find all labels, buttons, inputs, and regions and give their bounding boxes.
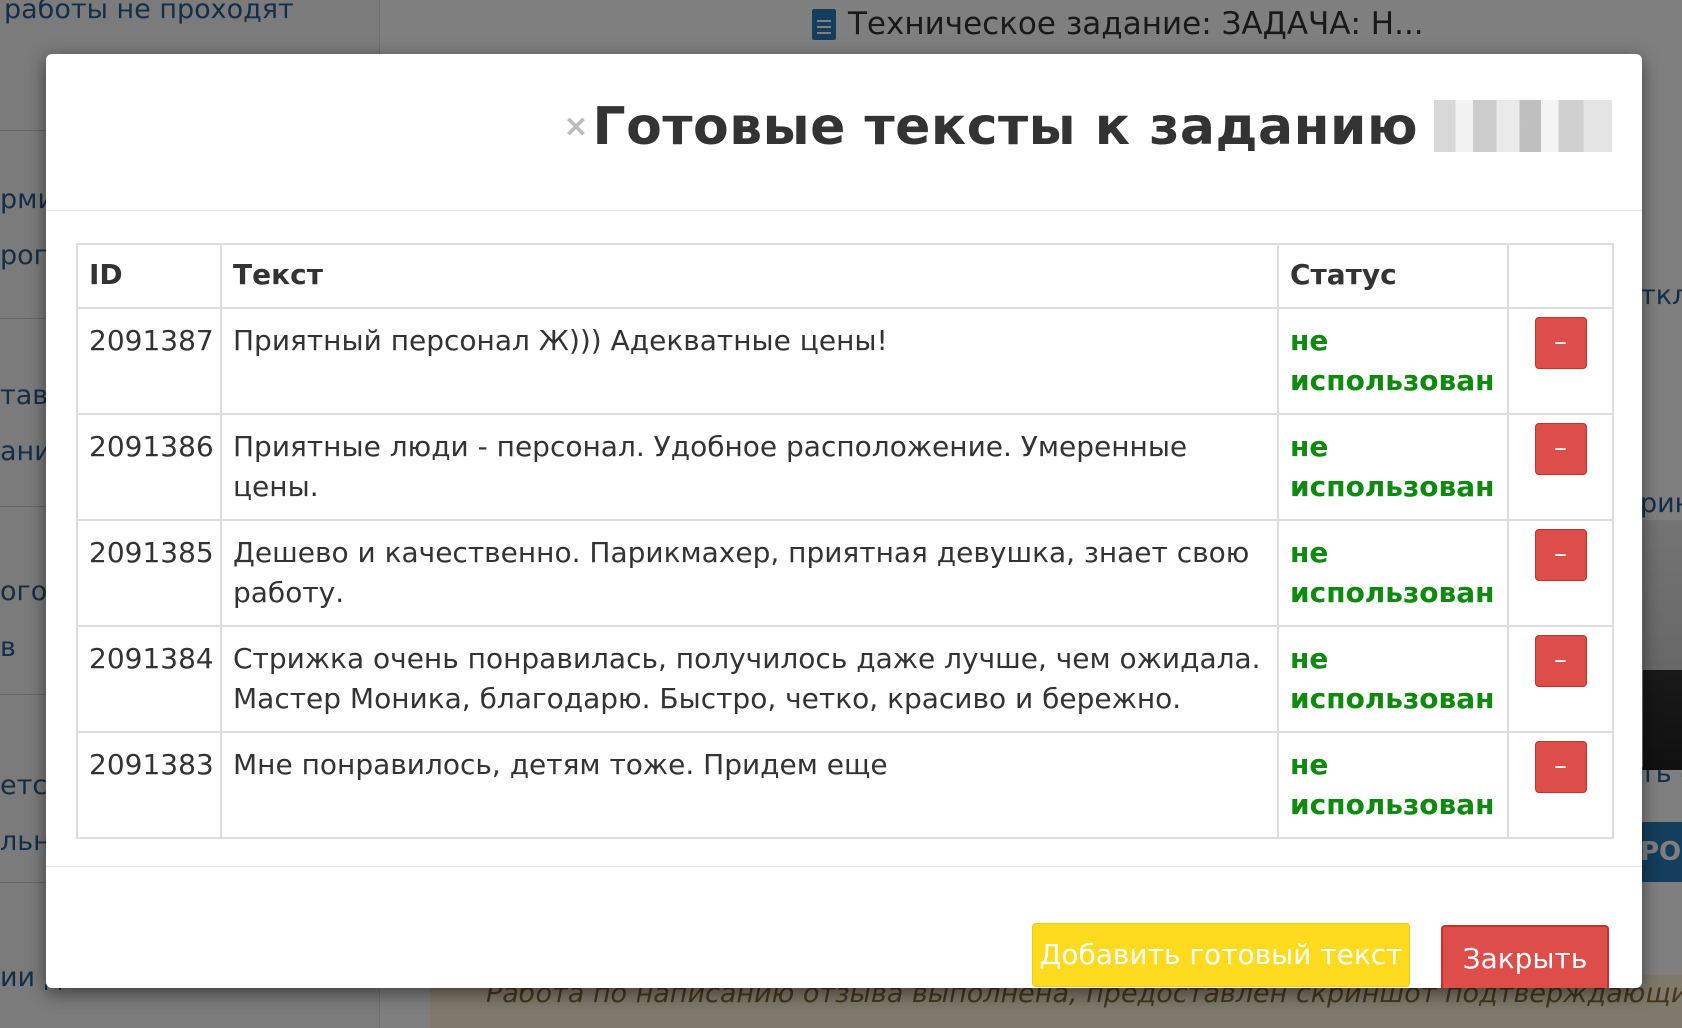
modal-header-content: × Готовые тексты к заданию bbox=[563, 92, 1612, 157]
table-header-row: ID Текст Статус bbox=[76, 243, 1614, 309]
row-text: Дешево и качественно. Парикмахер, приятн… bbox=[220, 519, 1279, 627]
redacted-task-id bbox=[1434, 100, 1612, 152]
table-row: 2091385 Дешево и качественно. Парикмахер… bbox=[76, 519, 1614, 627]
row-id: 2091385 bbox=[76, 519, 222, 627]
modal-title: Готовые тексты к заданию bbox=[592, 97, 1418, 157]
row-status: не использован bbox=[1277, 413, 1509, 521]
table-row: 2091384 Стрижка очень понравилась, получ… bbox=[76, 625, 1614, 733]
row-text: Приятные люди - персонал. Удобное распол… bbox=[220, 413, 1279, 521]
ready-texts-table: ID Текст Статус 2091387 Приятный персона… bbox=[76, 243, 1614, 839]
modal-footer: Добавить готовый текст Закрыть bbox=[46, 867, 1642, 988]
table-row: 2091387 Приятный персонал Ж))) Адекватны… bbox=[76, 307, 1614, 415]
row-actions: – bbox=[1507, 307, 1614, 415]
column-header-text: Текст bbox=[220, 243, 1279, 309]
column-header-id: ID bbox=[76, 243, 222, 309]
delete-button[interactable]: – bbox=[1534, 423, 1587, 475]
row-status: не использован bbox=[1277, 307, 1509, 415]
delete-button[interactable]: – bbox=[1534, 317, 1587, 369]
column-header-status: Статус bbox=[1277, 243, 1509, 309]
row-actions: – bbox=[1507, 625, 1614, 733]
row-text: Стрижка очень понравилась, получилось да… bbox=[220, 625, 1279, 733]
modal-body: ID Текст Статус 2091387 Приятный персона… bbox=[46, 211, 1642, 867]
column-header-actions bbox=[1507, 243, 1614, 309]
row-actions: – bbox=[1507, 731, 1614, 839]
close-icon[interactable]: × bbox=[563, 112, 588, 142]
row-actions: – bbox=[1507, 519, 1614, 627]
row-status: не использован bbox=[1277, 731, 1509, 839]
row-id: 2091384 bbox=[76, 625, 222, 733]
ready-texts-modal: × Готовые тексты к заданию ID Текст Стат… bbox=[46, 54, 1642, 988]
delete-button[interactable]: – bbox=[1534, 529, 1587, 581]
close-button[interactable]: Закрыть bbox=[1441, 925, 1609, 988]
row-id: 2091386 bbox=[76, 413, 222, 521]
row-id: 2091383 bbox=[76, 731, 222, 839]
row-id: 2091387 bbox=[76, 307, 222, 415]
row-status: не использован bbox=[1277, 519, 1509, 627]
modal-header: × Готовые тексты к заданию bbox=[46, 54, 1642, 211]
row-actions: – bbox=[1507, 413, 1614, 521]
table-row: 2091386 Приятные люди - персонал. Удобно… bbox=[76, 413, 1614, 521]
table-row: 2091383 Мне понравилось, детям тоже. При… bbox=[76, 731, 1614, 839]
delete-button[interactable]: – bbox=[1534, 741, 1587, 793]
row-text: Мне понравилось, детям тоже. Придем еще bbox=[220, 731, 1279, 839]
row-text: Приятный персонал Ж))) Адекватные цены! bbox=[220, 307, 1279, 415]
add-ready-text-button[interactable]: Добавить готовый текст bbox=[1032, 923, 1410, 987]
delete-button[interactable]: – bbox=[1534, 635, 1587, 687]
row-status: не использован bbox=[1277, 625, 1509, 733]
